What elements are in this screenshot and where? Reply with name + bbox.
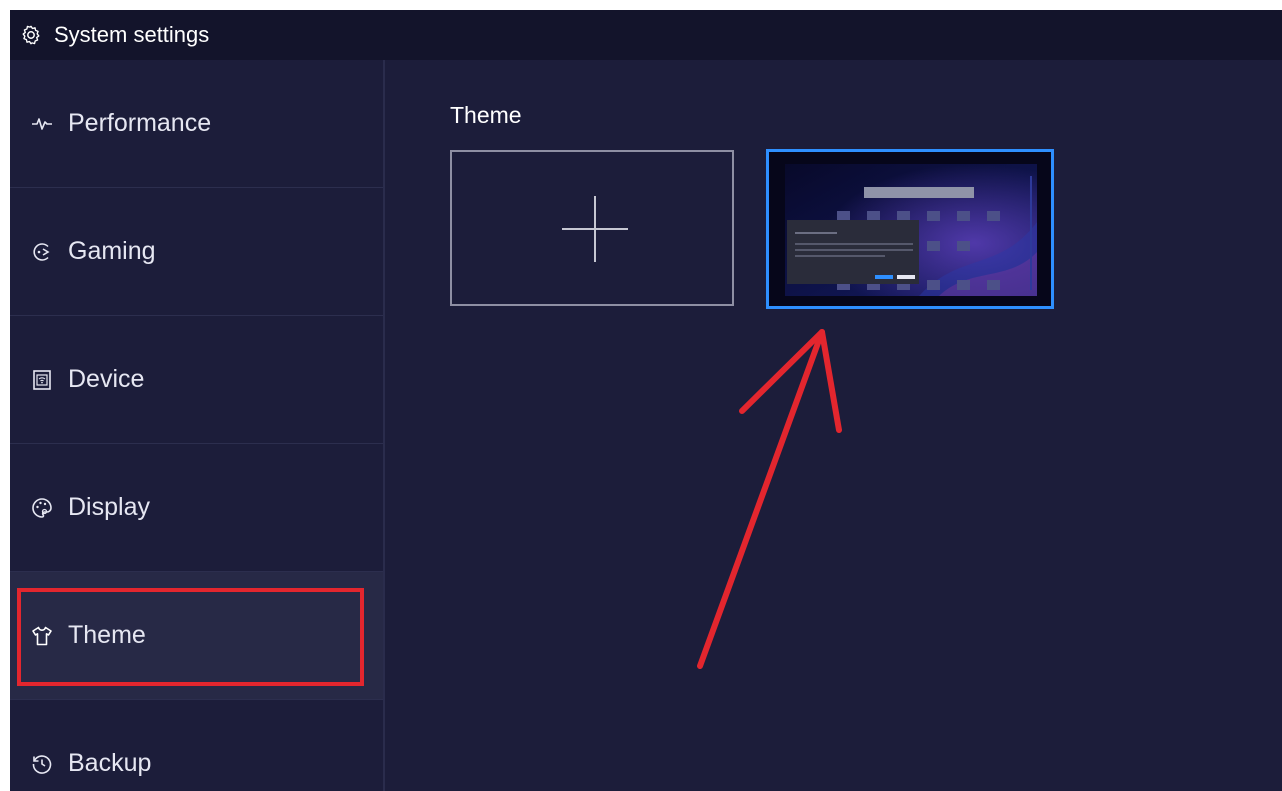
window-title: System settings — [54, 22, 210, 47]
sidebar-item-backup[interactable]: Backup — [10, 700, 383, 791]
theme-preview-tile[interactable] — [766, 149, 1054, 309]
sidebar: Performance Gaming Device Display Theme … — [10, 60, 385, 791]
sidebar-item-device[interactable]: Device — [10, 316, 383, 444]
sidebar-item-label: Theme — [68, 621, 146, 649]
history-icon — [32, 754, 52, 774]
settings-window: System settings Performance Gaming Devic… — [10, 10, 1282, 791]
sidebar-item-display[interactable]: Display — [10, 444, 383, 572]
sidebar-item-label: Device — [68, 365, 145, 393]
sidebar-item-label: Backup — [68, 749, 152, 777]
sidebar-item-theme[interactable]: Theme — [10, 572, 383, 700]
gamepad-icon — [33, 242, 50, 261]
add-theme-button[interactable] — [450, 150, 734, 306]
section-title: Theme — [450, 102, 522, 128]
sidebar-item-performance[interactable]: Performance — [10, 60, 383, 188]
pulse-icon — [32, 117, 52, 130]
theme-panel: Theme — [385, 60, 1282, 791]
theme-preview-thumbnail — [769, 152, 1051, 306]
sidebar-item-gaming[interactable]: Gaming — [10, 188, 383, 316]
sidebar-item-label: Performance — [68, 109, 212, 137]
sidebar-item-label: Display — [68, 493, 150, 521]
title-bar: System settings — [10, 10, 1282, 60]
tshirt-icon — [32, 626, 52, 645]
gear-icon — [22, 25, 40, 45]
plus-icon — [562, 196, 628, 262]
sidebar-item-label: Gaming — [68, 237, 156, 265]
device-icon — [33, 369, 51, 390]
palette-icon — [32, 497, 52, 518]
